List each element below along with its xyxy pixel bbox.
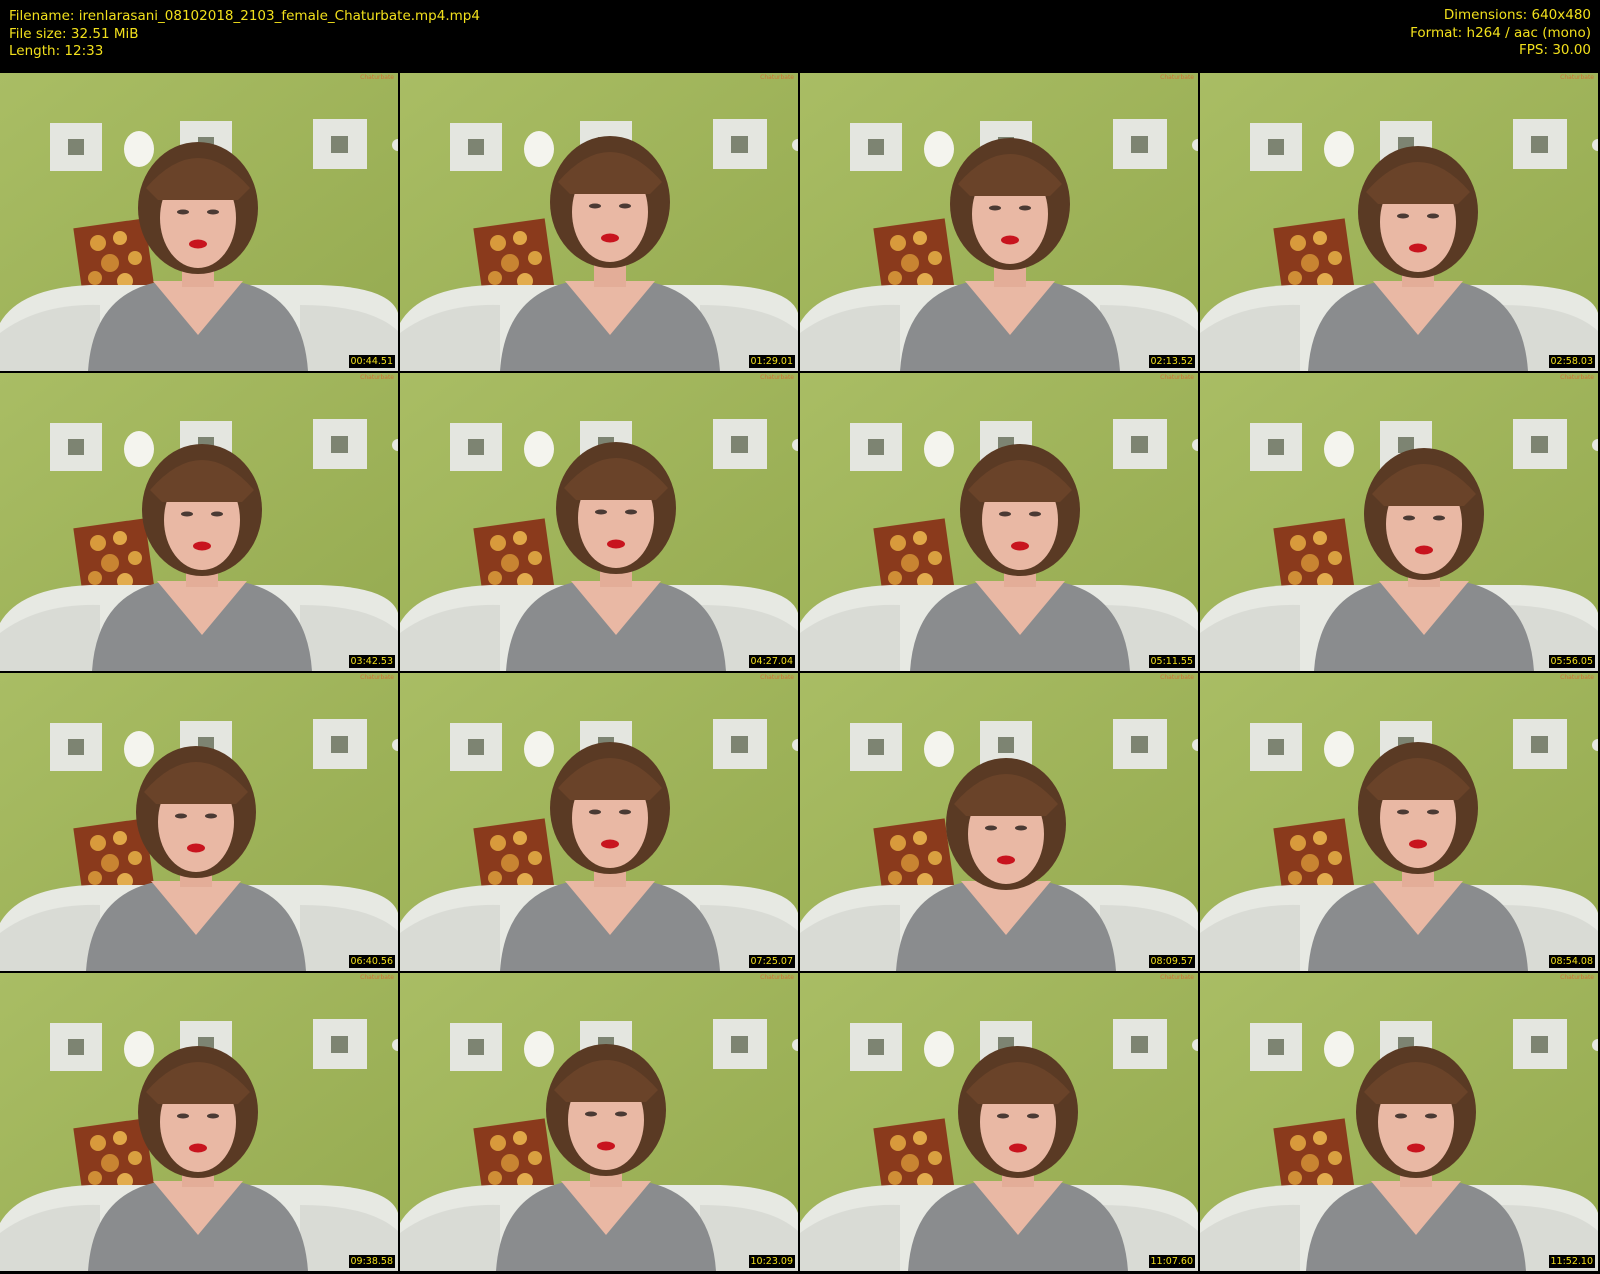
video-thumbnail: Chaturbate 03:42.53 [0,373,398,671]
watermark: Chaturbate [760,974,794,981]
stream-info: Dimensions: 640x480 Format: h264 / aac (… [1410,7,1591,60]
file-info: Filename: irenlarasani_08102018_2103_fem… [9,8,480,61]
video-thumbnail: Chaturbate 02:58.03 [1200,73,1598,371]
timestamp-label: 07:25.07 [748,955,795,968]
video-frame-icon [800,973,1198,1271]
watermark: Chaturbate [760,374,794,381]
fps-label: FPS: 30.00 [1519,42,1591,58]
video-thumbnail: Chaturbate 01:29.01 [400,73,798,371]
watermark: Chaturbate [360,374,394,381]
timestamp-label: 04:27.04 [748,655,795,668]
video-frame-icon [1200,673,1598,971]
filesize-label: File size: 32.51 MiB [9,25,139,42]
video-thumbnail: Chaturbate 08:09.57 [800,673,1198,971]
timestamp-label: 00:44.51 [348,355,395,368]
video-frame-icon [400,673,798,971]
video-thumbnail: Chaturbate 00:44.51 [0,73,398,371]
timestamp-label: 05:11.55 [1148,655,1195,668]
metadata-header: Filename: irenlarasani_08102018_2103_fem… [0,0,1600,73]
video-frame-icon [1200,373,1598,671]
timestamp-label: 08:09.57 [1148,955,1195,968]
watermark: Chaturbate [1160,674,1194,681]
timestamp-label: 06:40.56 [348,955,395,968]
filename-label: Filename: irenlarasani_08102018_2103_fem… [9,8,480,24]
timestamp-label: 02:13.52 [1148,355,1195,368]
timestamp-label: 09:38.58 [348,1255,395,1268]
timestamp-label: 11:07.60 [1148,1255,1195,1268]
timestamp-label: 11:52.10 [1548,1255,1595,1268]
video-frame-icon [0,73,398,371]
video-thumbnail: Chaturbate 09:38.58 [0,973,398,1271]
watermark: Chaturbate [360,674,394,681]
video-frame-icon [0,673,398,971]
dimensions-label: Dimensions: 640x480 [1443,7,1591,23]
watermark: Chaturbate [1560,374,1594,381]
watermark: Chaturbate [760,74,794,81]
video-thumbnail: Chaturbate 11:52.10 [1200,973,1598,1271]
watermark: Chaturbate [1160,374,1194,381]
contact-sheet: Filename: irenlarasani_08102018_2103_fem… [0,0,1600,1274]
video-frame-icon [400,973,798,1271]
length-label: Length: 12:33 [9,43,104,59]
video-frame-icon [400,73,798,371]
video-thumbnail: Chaturbate 05:11.55 [800,373,1198,671]
watermark: Chaturbate [360,74,394,81]
video-thumbnail: Chaturbate 04:27.04 [400,373,798,671]
video-frame-icon [1200,973,1598,1271]
video-thumbnail: Chaturbate 11:07.60 [800,973,1198,1271]
video-frame-icon [800,373,1198,671]
video-thumbnail: Chaturbate 07:25.07 [400,673,798,971]
video-frame-icon [800,73,1198,371]
video-frame-icon [400,373,798,671]
video-thumbnail: Chaturbate 06:40.56 [0,673,398,971]
video-thumbnail: Chaturbate 10:23.09 [400,973,798,1271]
video-thumbnail: Chaturbate 05:56.05 [1200,373,1598,671]
watermark: Chaturbate [760,674,794,681]
timestamp-label: 10:23.09 [748,1255,795,1268]
video-frame-icon [0,373,398,671]
format-label: Format: h264 / aac (mono) [1410,24,1591,41]
timestamp-label: 08:54.08 [1548,955,1595,968]
video-frame-icon [800,673,1198,971]
video-thumbnail: Chaturbate 02:13.52 [800,73,1198,371]
watermark: Chaturbate [1560,674,1594,681]
video-frame-icon [1200,73,1598,371]
watermark: Chaturbate [1560,74,1594,81]
watermark: Chaturbate [1560,974,1594,981]
watermark: Chaturbate [1160,974,1194,981]
timestamp-label: 01:29.01 [748,355,795,368]
thumbnail-grid: Chaturbate 00:44.51 Chaturbate 01:29.01 Chat… [0,73,1600,1274]
timestamp-label: 02:58.03 [1548,355,1595,368]
watermark: Chaturbate [360,974,394,981]
video-thumbnail: Chaturbate 08:54.08 [1200,673,1598,971]
video-frame-icon [0,973,398,1271]
timestamp-label: 05:56.05 [1548,655,1595,668]
watermark: Chaturbate [1160,74,1194,81]
timestamp-label: 03:42.53 [348,655,395,668]
